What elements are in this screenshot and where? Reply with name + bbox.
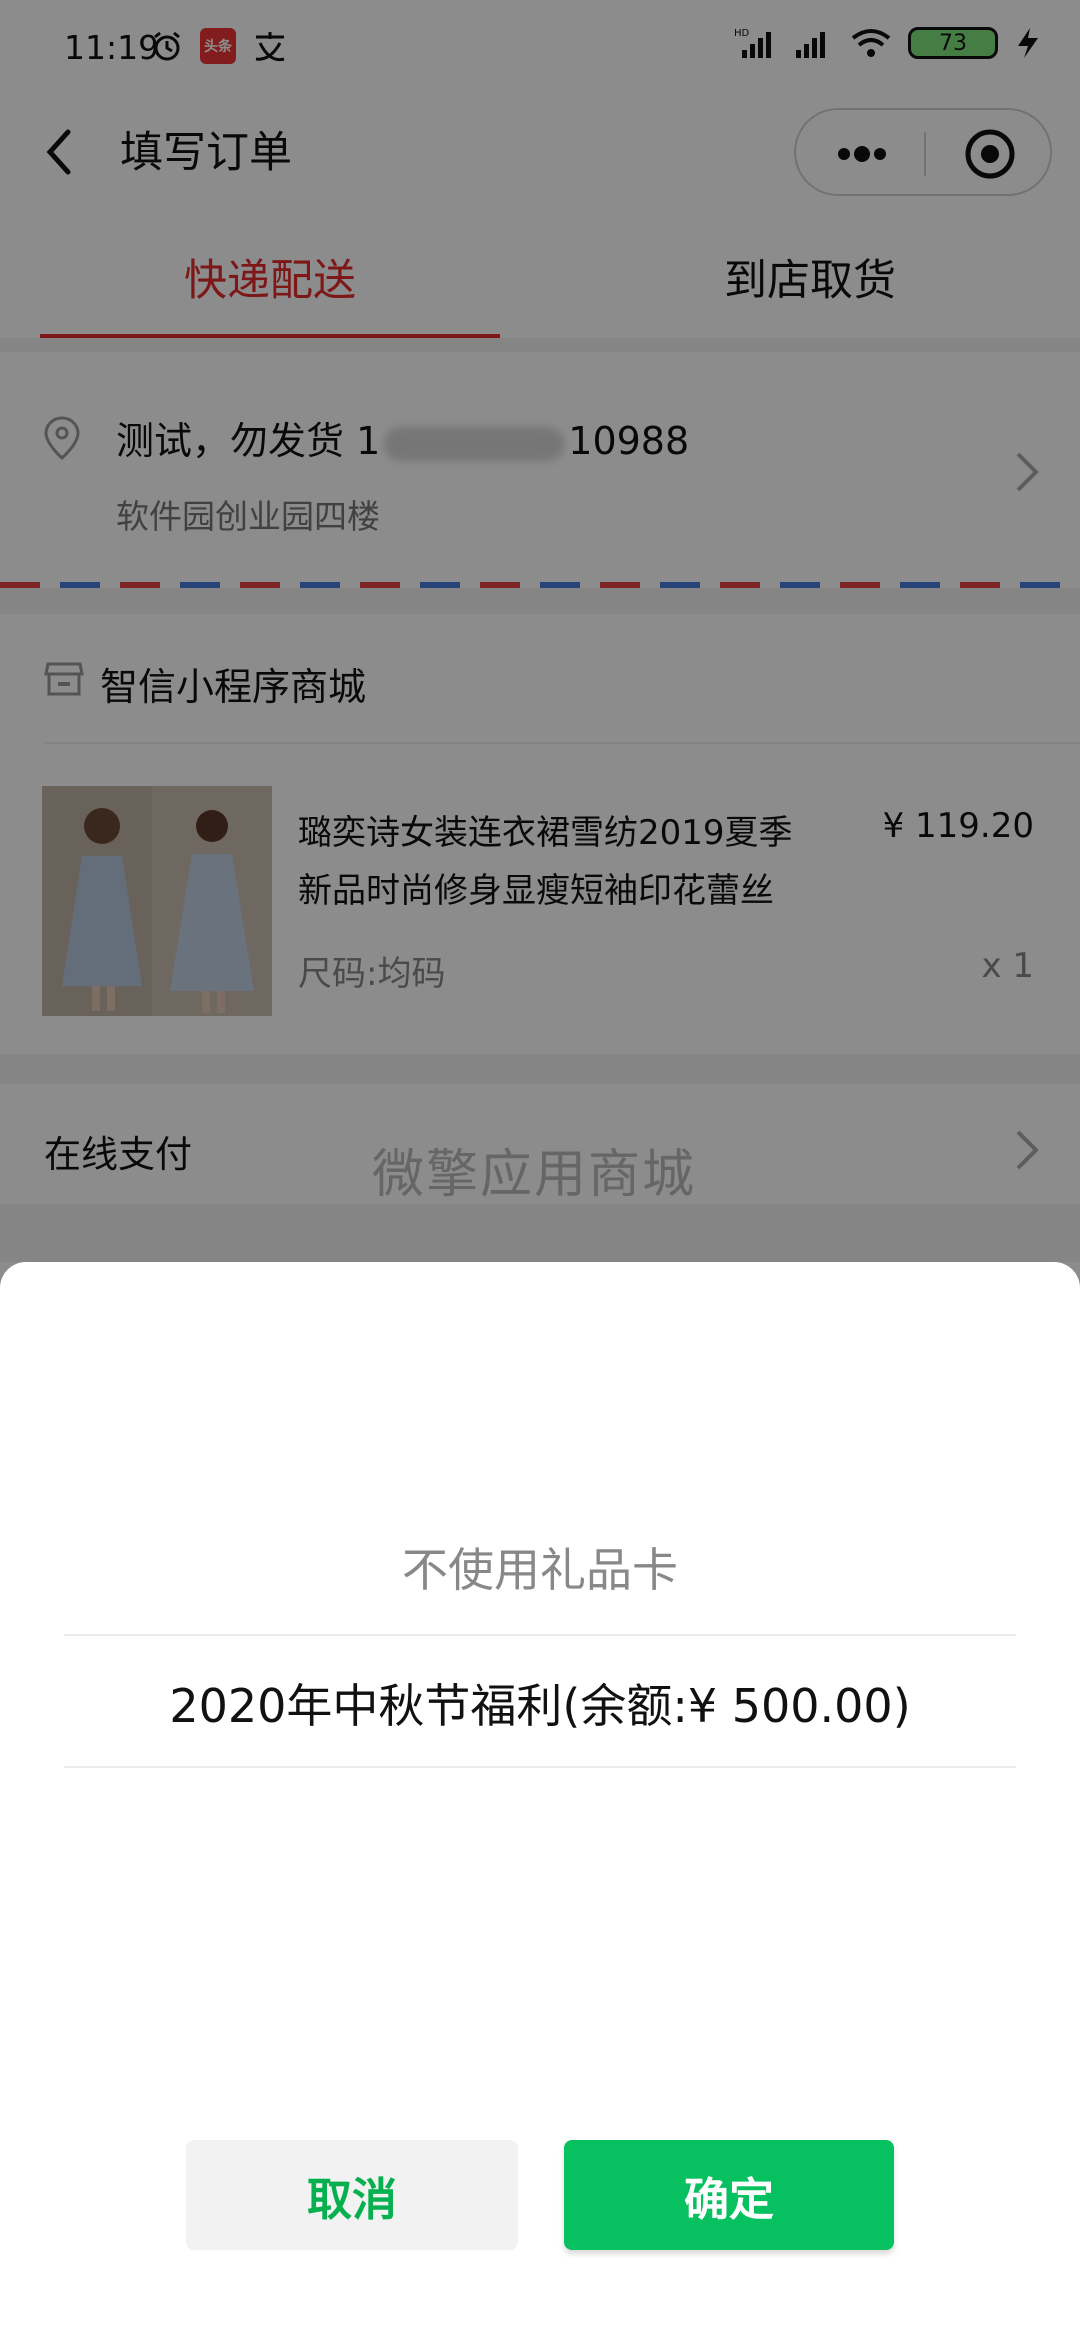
confirm-button[interactable]: 确定 xyxy=(564,2140,894,2250)
cancel-button[interactable]: 取消 xyxy=(186,2140,518,2250)
gift-card-picker-sheet: 不使用礼品卡 2020年中秋节福利(余额:¥ 500.00) 取消 确定 xyxy=(0,1262,1080,2340)
picker-divider xyxy=(64,1634,1016,1636)
picker-divider xyxy=(64,1766,1016,1768)
gift-card-option-none[interactable]: 不使用礼品卡 xyxy=(64,1534,1016,1600)
gift-card-option-selected[interactable]: 2020年中秋节福利(余额:¥ 500.00) xyxy=(64,1670,1016,1736)
